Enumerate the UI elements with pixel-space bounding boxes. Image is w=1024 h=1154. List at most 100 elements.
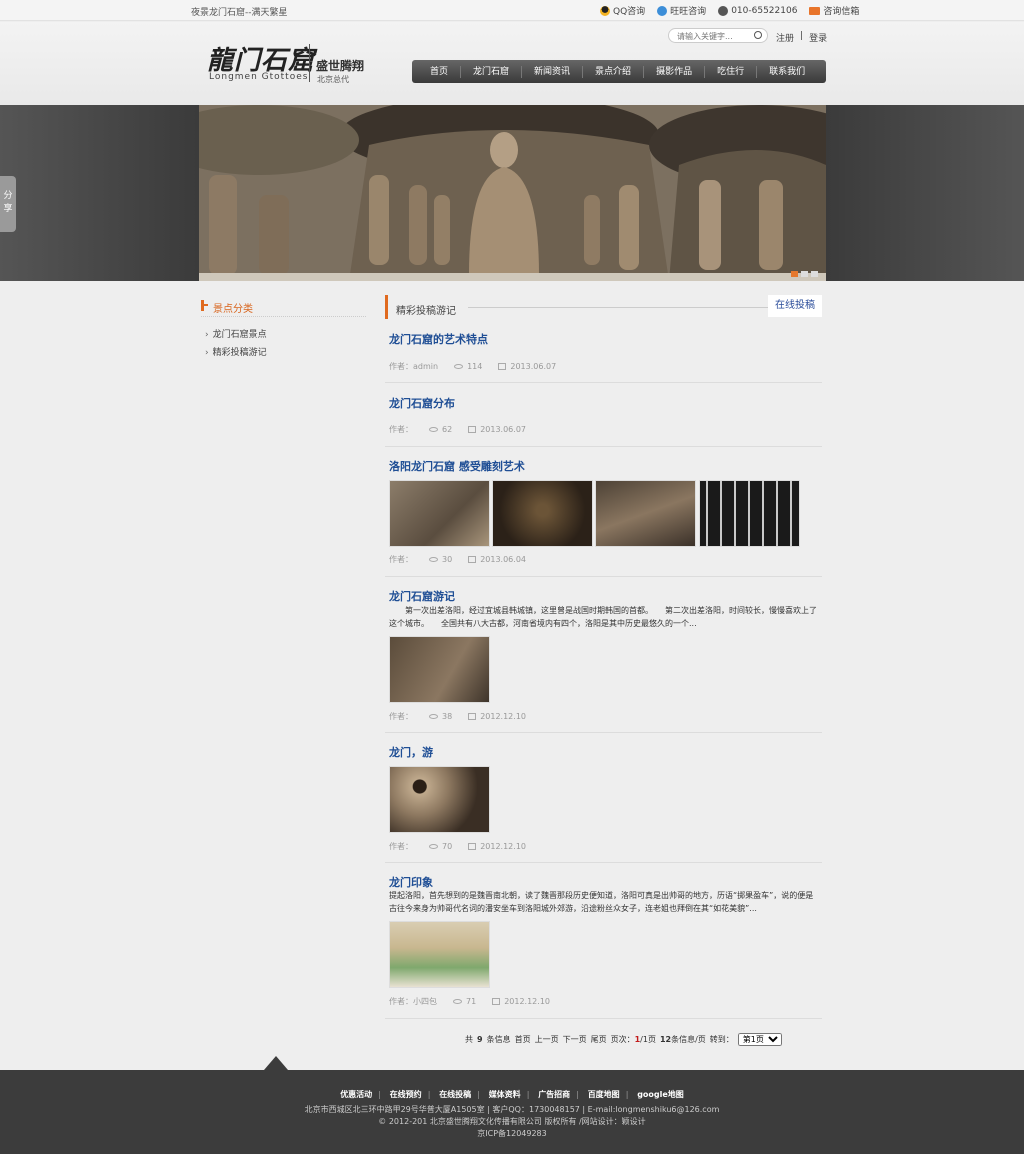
article-thumbnail[interactable]	[389, 480, 490, 547]
views: 70	[429, 842, 452, 851]
header: 龍门石窟 Longmen Gtottoes 盛世腾翔 北京总代 注册 | 登录 …	[0, 22, 1024, 105]
login-link[interactable]: 登录	[809, 31, 827, 44]
author-name: admin	[413, 362, 439, 371]
article-thumbnail[interactable]	[389, 766, 490, 833]
banner-dot[interactable]	[801, 271, 808, 277]
next-page-link[interactable]: 下一页	[563, 1034, 587, 1045]
eye-icon	[429, 427, 438, 432]
mail-consult-link[interactable]: 咨询信箱	[809, 4, 859, 17]
footer-copyright: © 2012-201 北京盛世腾翔文化传播有限公司 版权所有 /网站设计：颖设计	[378, 1117, 646, 1126]
article-title[interactable]: 洛阳龙门石窟 感受雕刻艺术	[389, 458, 525, 474]
qq-consult-link[interactable]: QQ咨询	[600, 4, 645, 17]
article-thumbnail[interactable]	[492, 480, 593, 547]
banner-dot[interactable]	[811, 271, 818, 277]
article-meta: 作者： 38 2012.12.10	[389, 711, 526, 722]
footer-link-google-map[interactable]: google地图	[631, 1090, 690, 1099]
banner-image	[199, 105, 826, 281]
nav-home[interactable]: 首页	[418, 65, 462, 78]
article-meta: 作者： 30 2013.06.04	[389, 554, 526, 565]
search-box	[668, 28, 768, 43]
sidebar-item-longmen-spots[interactable]: 龙门石窟景点	[205, 327, 267, 340]
sidebar-item-travel-notes[interactable]: 精彩投稿游记	[205, 345, 267, 358]
footer-link-media[interactable]: 媒体资料	[483, 1090, 527, 1099]
search-icon[interactable]	[754, 31, 762, 39]
banner-dot-active[interactable]	[791, 271, 798, 277]
eye-icon	[429, 714, 438, 719]
article-title[interactable]: 龙门石窟分布	[389, 395, 455, 411]
footer-links: 优惠活动 | 在线预约 | 在线投稿 | 媒体资料 | 广告招商 | 百度地图 | goog…	[0, 1089, 1024, 1100]
sidebar-title: 景点分类	[201, 299, 366, 317]
views: 62	[429, 425, 452, 434]
article-thumbnail[interactable]	[389, 636, 490, 703]
article-divider	[385, 446, 822, 447]
last-page-link[interactable]: 尾页	[591, 1034, 607, 1045]
eye-icon	[453, 999, 462, 1004]
wangwang-consult-link[interactable]: 旺旺咨询	[657, 4, 706, 17]
article-title[interactable]: 龙门印象	[389, 874, 433, 890]
footer-address: 北京市西城区北三环中路甲29号华普大厦A1505室 | 客户QQ：1730048…	[304, 1105, 720, 1114]
article-summary: 提起洛阳，首先想到的是魏晋南北朝，读了魏晋那段历史便知道，洛阳可真是出帅哥的地方…	[389, 891, 814, 913]
calendar-icon	[468, 426, 477, 433]
pagination: 共 9 条信息 首页 上一页 下一页 尾页 页次：1/1页 12条信息/页 转到…	[465, 1033, 782, 1046]
calendar-icon	[468, 843, 477, 850]
date: 2012.12.10	[468, 842, 526, 851]
article-title[interactable]: 龙门石窟游记	[389, 588, 455, 604]
share-tab[interactable]: 分享	[0, 176, 16, 232]
nav-photography[interactable]: 摄影作品	[644, 65, 706, 78]
grotto-illustration	[199, 105, 826, 281]
footer-icp[interactable]: 京ICP备12049283	[0, 1128, 1024, 1139]
eye-icon	[429, 844, 438, 849]
calendar-icon	[468, 713, 477, 720]
article-meta: 作者： 小四包 71 2012.12.10	[389, 996, 550, 1007]
eye-icon	[454, 364, 464, 369]
article-title[interactable]: 龙门石窟的艺术特点	[389, 331, 488, 347]
date: 2013.06.07	[498, 362, 556, 371]
section-title: 精彩投稿游记	[396, 306, 456, 317]
main-nav: 首页 龙门石窟 新闻资讯 景点介绍 摄影作品 吃住行 联系我们	[412, 60, 826, 83]
footer-link-submit[interactable]: 在线投稿	[433, 1090, 477, 1099]
qq-icon	[600, 5, 610, 16]
footer-link-baidu-map[interactable]: 百度地图	[582, 1090, 626, 1099]
submit-article-link[interactable]: 在线投稿	[768, 295, 822, 317]
logo-subtitle: 北京总代	[317, 75, 349, 84]
logo-english: Longmen Gtottoes	[209, 72, 309, 82]
total-suffix: 条信息	[486, 1035, 511, 1044]
views: 38	[429, 712, 452, 721]
page-select[interactable]: 第1页	[737, 1033, 782, 1046]
prev-page-link[interactable]: 上一页	[535, 1034, 559, 1045]
nav-news[interactable]: 新闻资讯	[522, 65, 584, 78]
author-label: 作者：	[389, 997, 413, 1006]
author-label: 作者：	[389, 425, 413, 434]
page-label: 页次：1/1页	[610, 1035, 656, 1044]
total-prefix: 共	[465, 1035, 473, 1044]
first-page-link[interactable]: 首页	[515, 1034, 531, 1045]
nav-travel[interactable]: 吃住行	[705, 65, 758, 78]
nav-contact[interactable]: 联系我们	[757, 66, 817, 78]
register-link[interactable]: 注册	[776, 31, 794, 44]
nav-longmen[interactable]: 龙门石窟	[461, 65, 523, 78]
footer-link-booking[interactable]: 在线预约	[384, 1090, 428, 1099]
date: 2012.12.10	[468, 712, 526, 721]
article-thumbnail[interactable]	[595, 480, 696, 547]
date: 2012.12.10	[492, 997, 550, 1006]
article-divider	[385, 862, 822, 863]
account-divider: |	[800, 31, 804, 41]
search-input[interactable]	[677, 31, 753, 41]
top-bar: 夜景龙门石窟--满天繁星 QQ咨询 旺旺咨询 010-65522106 咨询信箱	[0, 0, 1024, 21]
article-summary: 第一次出差洛阳，经过宜城县韩城镇，这里曾是战国时期韩国的首都。 第二次出差洛阳，…	[389, 606, 817, 628]
per-page-info: 12条信息/页	[659, 1035, 706, 1044]
article-thumbnail[interactable]	[389, 921, 490, 988]
goto-label: 转到：	[709, 1035, 734, 1044]
nav-attractions[interactable]: 景点介绍	[583, 65, 645, 78]
top-slogan: 夜景龙门石窟--满天繁星	[191, 8, 288, 18]
footer-link-promotions[interactable]: 优惠活动	[334, 1090, 378, 1099]
footer-link-ads[interactable]: 广告招商	[532, 1090, 576, 1099]
article-title[interactable]: 龙门，游	[389, 744, 433, 760]
eye-icon	[429, 557, 438, 562]
author-name: 小四包	[413, 997, 437, 1006]
article-thumbnail[interactable]	[699, 480, 800, 547]
author-label: 作者：	[389, 712, 413, 721]
title-accent-tick	[204, 304, 208, 306]
logo-company: 盛世腾翔	[316, 59, 365, 73]
views: 30	[429, 555, 452, 564]
